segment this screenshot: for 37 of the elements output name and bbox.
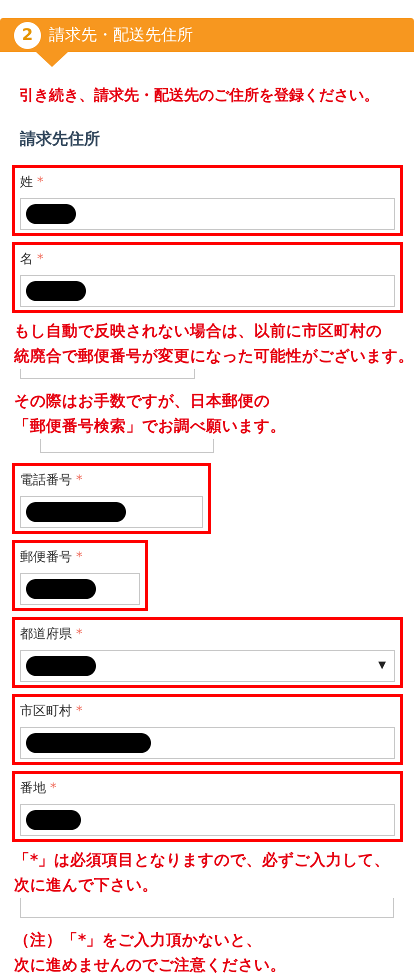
required-mark: * <box>50 780 56 798</box>
warning-text: 統廃合で郵便番号が変更になった可能性がございます。 <box>14 346 414 366</box>
field-label: 電話番号 <box>20 472 72 490</box>
field-label: 郵便番号 <box>20 548 72 567</box>
field-label: 姓 <box>20 174 33 192</box>
warning-text: 次に進めませんのでご注意ください。 <box>14 954 287 976</box>
warning-text: （注）「*」をご入力頂かないと、 <box>14 930 264 950</box>
input-field[interactable] <box>20 198 395 230</box>
field-label: 市区町村 <box>20 702 72 721</box>
warning-text: もし自動で反映されない場合は、以前に市区町村の <box>14 320 383 342</box>
step-number: 2 <box>14 22 41 48</box>
input-field[interactable] <box>20 496 203 528</box>
step-title: 請求先・配送先住所 <box>49 24 193 46</box>
select-field[interactable]: ▼ <box>20 650 395 682</box>
field-label: 都道府県 <box>20 626 72 644</box>
input-field[interactable] <box>20 572 140 604</box>
required-mark: * <box>37 250 44 269</box>
required-mark: * <box>76 548 82 567</box>
warning-text: 「*」は必須項目となりますので、必ずご入力して、 <box>14 850 392 870</box>
field-label: 名 <box>20 250 33 269</box>
field-label: 番地 <box>20 780 46 798</box>
input-field[interactable] <box>40 438 214 452</box>
warning-text: 次に進んで下さい。 <box>14 874 159 896</box>
section-title: 請求先住所 <box>20 128 101 150</box>
required-mark: * <box>76 702 82 721</box>
warning-text: 「郵便番号検索」でお調べ願います。 <box>14 416 287 436</box>
input-field[interactable] <box>20 368 195 378</box>
required-mark: * <box>76 472 82 490</box>
caret-icon: ▼ <box>378 658 386 673</box>
warning-text: その際はお手数ですが、日本郵便の <box>14 390 271 412</box>
input-field[interactable] <box>20 898 394 918</box>
required-mark: * <box>76 626 82 644</box>
input-field[interactable] <box>20 274 395 306</box>
input-field[interactable] <box>20 804 395 836</box>
notice-text: 引き続き、請求先・配送先のご住所を登録ください。 <box>19 85 380 106</box>
required-mark: * <box>37 174 44 192</box>
input-field[interactable] <box>20 726 395 758</box>
